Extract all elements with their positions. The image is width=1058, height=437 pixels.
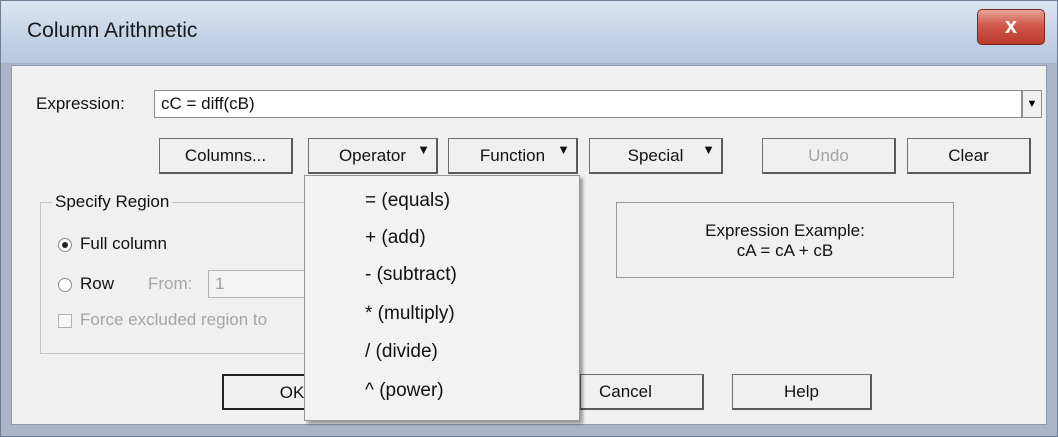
- dropdown-arrow-icon: ▼: [702, 142, 715, 157]
- columns-button[interactable]: Columns...: [159, 138, 293, 174]
- full-column-radio[interactable]: [58, 238, 72, 252]
- ok-button-label: OK: [279, 383, 305, 402]
- window-title: Column Arithmetic: [27, 19, 198, 42]
- column-arithmetic-window: Column Arithmetic x Expression: cC = dif…: [0, 0, 1058, 437]
- close-button[interactable]: x: [977, 9, 1045, 45]
- help-button[interactable]: Help: [732, 374, 872, 410]
- clear-button-label: Clear: [948, 146, 989, 165]
- chevron-down-icon[interactable]: ▼: [1022, 90, 1042, 118]
- dropdown-arrow-icon: ▼: [557, 142, 570, 157]
- clear-button[interactable]: Clear: [907, 138, 1031, 174]
- function-button[interactable]: Function ▼: [448, 138, 578, 174]
- undo-button[interactable]: Undo: [762, 138, 896, 174]
- row-radio[interactable]: [58, 278, 72, 292]
- special-button[interactable]: Special ▼: [589, 138, 723, 174]
- menu-item-add[interactable]: + (add): [305, 219, 579, 256]
- example-expression: cA = cA + cB: [736, 241, 834, 260]
- expression-example-box: Expression Example: cA = cA + cB: [616, 202, 954, 278]
- special-button-label: Special: [627, 146, 684, 165]
- menu-item-subtract[interactable]: - (subtract): [305, 256, 579, 293]
- menu-item-equals[interactable]: = (equals): [305, 182, 579, 219]
- columns-button-label: Columns...: [184, 146, 267, 165]
- menu-item-power[interactable]: ^ (power): [305, 372, 579, 409]
- force-excluded-label: Force excluded region to: [80, 310, 268, 329]
- dropdown-arrow-icon: ▼: [417, 142, 430, 157]
- cancel-button[interactable]: Cancel: [580, 374, 704, 410]
- operator-button-label: Operator: [338, 146, 407, 165]
- from-label: From:: [148, 274, 193, 293]
- expression-label: Expression:: [36, 94, 125, 113]
- row-label: Row: [80, 274, 115, 293]
- help-button-label: Help: [784, 382, 819, 401]
- row-from-input[interactable]: 1: [208, 270, 308, 298]
- menu-item-divide[interactable]: / (divide): [305, 333, 579, 370]
- example-title: Expression Example:: [705, 221, 865, 240]
- operator-menu: = (equals) + (add) - (subtract) * (multi…: [304, 175, 580, 421]
- cancel-button-label: Cancel: [599, 382, 652, 401]
- force-excluded-checkbox[interactable]: [58, 314, 72, 328]
- expression-input[interactable]: cC = diff(cB): [154, 90, 1022, 118]
- undo-button-label: Undo: [808, 146, 849, 165]
- full-column-label: Full column: [80, 234, 167, 253]
- function-button-label: Function: [479, 146, 546, 165]
- operator-button[interactable]: Operator ▼: [308, 138, 438, 174]
- specify-region-legend: Specify Region: [52, 192, 173, 212]
- menu-item-multiply[interactable]: * (multiply): [305, 295, 579, 332]
- title-bar[interactable]: Column Arithmetic x: [1, 1, 1057, 63]
